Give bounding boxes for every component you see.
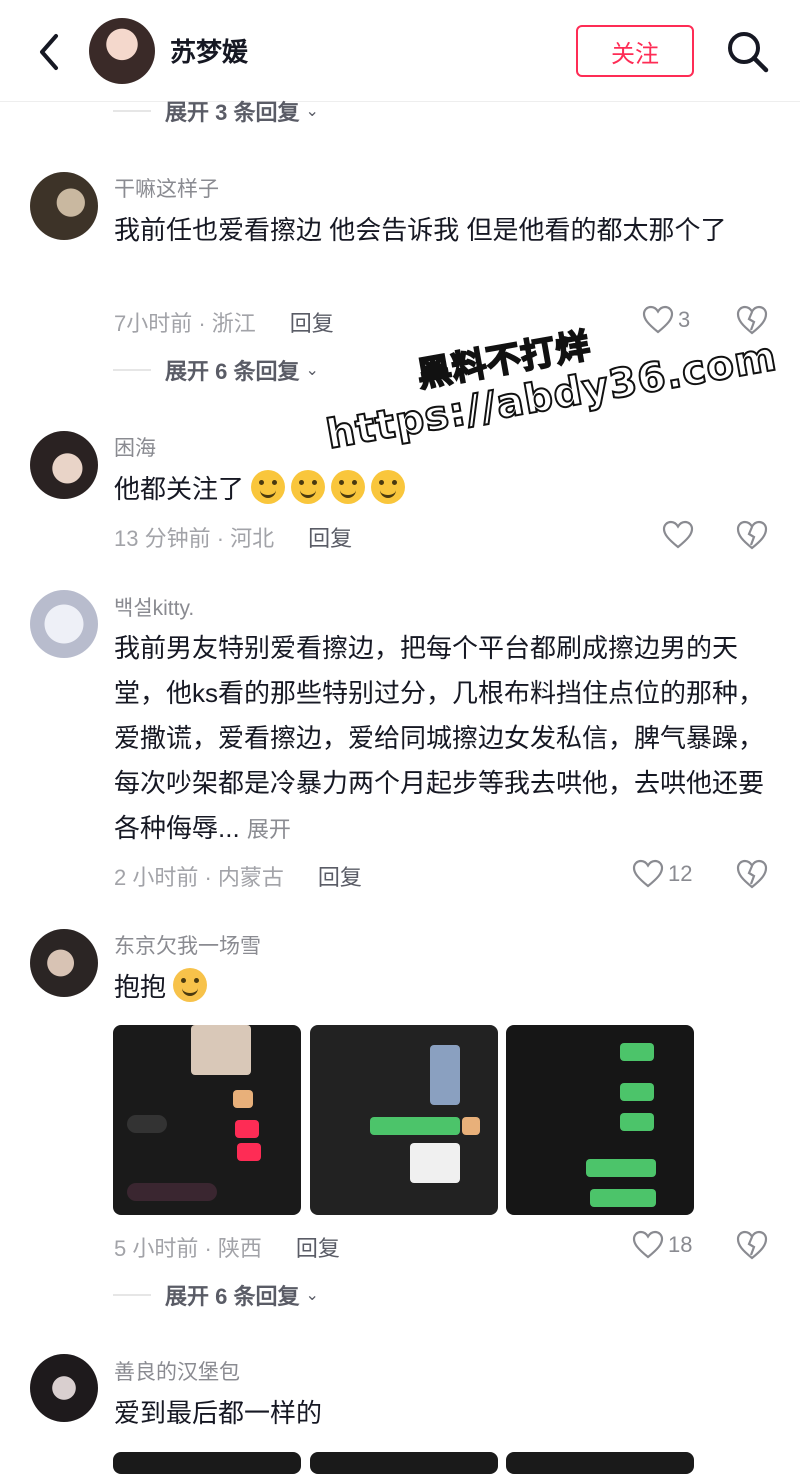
comment-username[interactable]: 东京欠我一场雪 [114, 930, 261, 960]
expand-replies-button[interactable]: 展开 6 条回复 ⌄ [113, 355, 319, 385]
chevron-down-icon: ⌄ [305, 362, 319, 379]
comment-username[interactable]: 백설kitty. [114, 592, 194, 622]
broken-heart-icon[interactable] [735, 1228, 769, 1262]
reply-button[interactable]: 回复 [290, 306, 334, 338]
like-button[interactable] [662, 518, 694, 552]
broken-heart-icon[interactable] [735, 518, 769, 552]
expand-replies-label: 展开 3 条回复 [165, 100, 300, 125]
reply-button[interactable]: 回复 [296, 1231, 340, 1263]
comment-meta: 5 小时前 · 陕西 回复 [114, 1231, 340, 1263]
broken-heart-icon[interactable] [735, 857, 769, 891]
reply-button[interactable]: 回复 [318, 860, 362, 892]
comment-time-location: 5 小时前 · 陕西 [114, 1236, 262, 1261]
comment-time-location: 7小时前 · 浙江 [114, 311, 256, 336]
comment-text-body: 我前男友特别爱看擦边，把每个平台都刷成擦边男的天堂，他ks看的那些特别过分，几根… [114, 633, 765, 843]
comment-text: 抱抱 [114, 965, 774, 1010]
like-count: 3 [678, 307, 691, 332]
watermark-title: 黑料不打烊 [414, 326, 595, 396]
comment-image[interactable] [113, 1025, 301, 1215]
search-icon[interactable] [724, 28, 770, 74]
broken-heart-icon[interactable] [735, 303, 769, 337]
avatar[interactable] [30, 431, 98, 499]
expand-replies-button[interactable]: 展开 3 条回复 ⌄ [113, 96, 319, 126]
comment-image[interactable] [310, 1025, 498, 1215]
comment-text-body: 他都关注了 [114, 474, 245, 504]
comment-text: 爱到最后都一样的 [114, 1398, 323, 1428]
comment-meta: 7小时前 · 浙江 回复 [114, 306, 334, 338]
comment-time-location: 13 分钟前 · 河北 [114, 526, 275, 551]
comment-username[interactable]: 善良的汉堡包 [114, 1356, 240, 1386]
watermark-url: https://abdy36.com [322, 333, 781, 460]
heart-icon [662, 520, 694, 549]
smile-emoji-icon [371, 470, 406, 504]
heart-icon [632, 1230, 664, 1259]
comment-meta: 13 分钟前 · 河北 回复 [114, 521, 352, 553]
like-button[interactable]: 18 [632, 1228, 692, 1262]
page-title[interactable]: 苏梦媛 [170, 32, 248, 69]
comment-text-body: 抱抱 [114, 972, 167, 1002]
reply-button[interactable]: 回复 [308, 521, 352, 553]
comment-image[interactable] [310, 1452, 498, 1474]
divider [113, 110, 151, 112]
comment-username[interactable]: 困海 [114, 432, 156, 462]
avatar[interactable] [89, 18, 155, 84]
chevron-left-icon[interactable] [30, 30, 70, 74]
comment-meta: 2 小时前 · 内蒙古 回复 [114, 860, 362, 892]
smile-emoji-icon [291, 470, 326, 504]
avatar[interactable] [30, 172, 98, 240]
comment-time-location: 2 小时前 · 内蒙古 [114, 865, 284, 890]
comment-image[interactable] [506, 1025, 694, 1215]
expand-replies-button[interactable]: 展开 6 条回复 ⌄ [113, 1280, 319, 1310]
comment-text: 他都关注了 [114, 467, 774, 512]
comment-text: 我前男友特别爱看擦边，把每个平台都刷成擦边男的天堂，他ks看的那些特别过分，几根… [114, 626, 774, 852]
smile-emoji-icon [251, 470, 286, 504]
expand-text-link[interactable]: 展开 [247, 817, 291, 842]
heart-icon [632, 859, 664, 888]
divider [113, 1294, 151, 1296]
heart-icon [642, 305, 674, 334]
avatar[interactable] [30, 590, 98, 658]
top-bar: 苏梦媛 关注 [0, 0, 800, 102]
comment-text: 我前任也爱看擦边 他会告诉我 但是他看的都太那个了 [114, 215, 727, 245]
avatar[interactable] [30, 929, 98, 997]
like-button[interactable]: 12 [632, 857, 692, 891]
expand-replies-label: 展开 6 条回复 [165, 359, 300, 384]
comment-image[interactable] [113, 1452, 301, 1474]
avatar[interactable] [30, 1354, 98, 1422]
like-count: 18 [668, 1232, 693, 1257]
divider [113, 369, 151, 371]
smile-emoji-icon [331, 470, 366, 504]
like-button[interactable]: 3 [642, 303, 690, 337]
like-count: 12 [668, 861, 693, 886]
comment-image[interactable] [506, 1452, 694, 1474]
chevron-down-icon: ⌄ [305, 1287, 319, 1304]
follow-button[interactable]: 关注 [576, 25, 694, 77]
expand-replies-label: 展开 6 条回复 [165, 1284, 300, 1309]
hug-emoji-icon [173, 968, 208, 1002]
chevron-down-icon: ⌄ [305, 103, 319, 120]
comment-username[interactable]: 干嘛这样子 [114, 173, 219, 203]
